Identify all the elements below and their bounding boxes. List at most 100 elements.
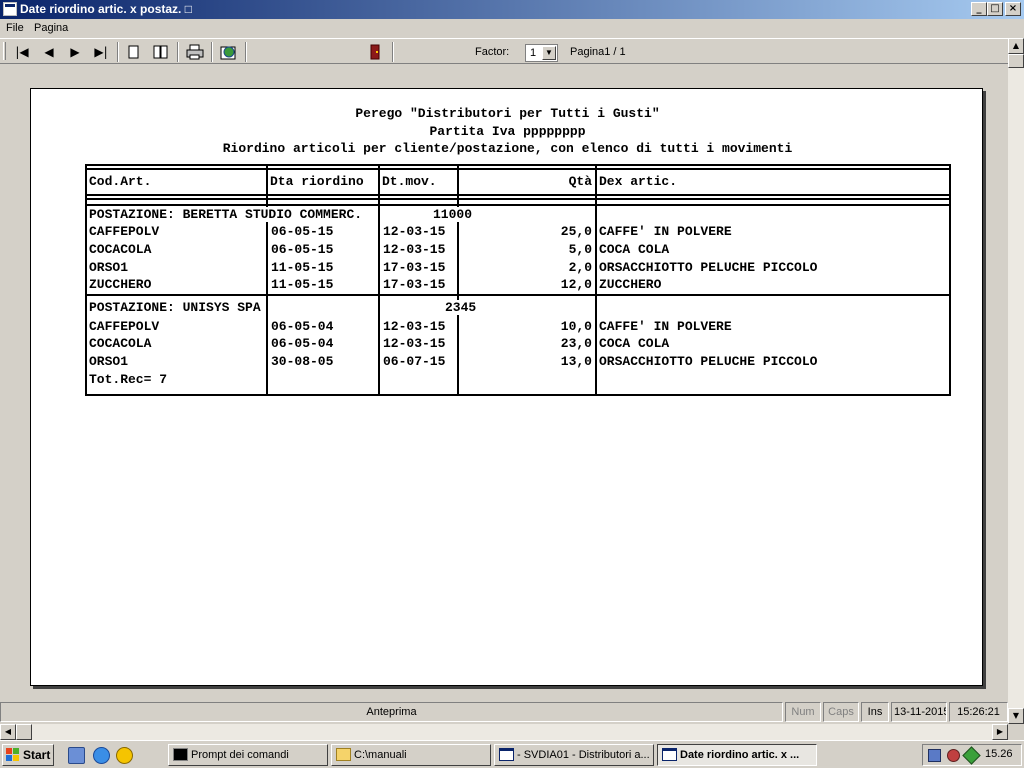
group-code: 11000 — [433, 207, 473, 222]
status-caps: Caps — [823, 702, 859, 722]
preview-area: Perego "Distributori per Tutti i Gusti" … — [0, 65, 1008, 700]
scroll-up-icon[interactable]: ▲ — [1008, 38, 1024, 54]
task-explorer[interactable]: C:\manuali — [331, 744, 491, 766]
cell-reorder-date: 30-08-05 — [271, 354, 334, 369]
cell-description: ORSACCHIOTTO PELUCHE PICCOLO — [599, 354, 818, 369]
cell-code: ORSO1 — [89, 354, 129, 369]
single-page-icon[interactable] — [123, 42, 145, 62]
scroll-down-icon[interactable]: ▼ — [1008, 708, 1024, 724]
scroll-left-icon[interactable]: ◀ — [0, 724, 16, 740]
column-divider — [457, 164, 459, 396]
security-icon[interactable] — [947, 749, 960, 762]
cell-description: COCA COLA — [599, 336, 670, 351]
cell-move-date: 17-03-15 — [383, 277, 446, 292]
status-ins: Ins — [861, 702, 889, 722]
close-button[interactable]: × — [1005, 2, 1021, 16]
group-header: POSTAZIONE: BERETTA STUDIO COMMERC. — [89, 207, 363, 222]
cell-code: COCACOLA — [89, 336, 152, 351]
menu-pagina[interactable]: Pagina — [34, 22, 68, 34]
system-tray: 15.26 — [922, 744, 1022, 766]
toolbar: |◀ ◀ ▶ ▶| Factor: 1 ▼ Pagina1 / 1 — [0, 38, 1008, 64]
toolbar-separator — [177, 42, 179, 62]
group-separator — [85, 294, 951, 296]
first-page-icon[interactable]: |◀ — [11, 42, 33, 62]
toolbar-grip — [3, 42, 6, 60]
cell-qty: 23,0 — [560, 336, 592, 351]
column-divider — [949, 164, 951, 396]
task-svdia01[interactable]: - SVDIA01 - Distributori a... — [494, 744, 654, 766]
next-page-icon[interactable]: ▶ — [64, 42, 86, 62]
toolbar-separator — [392, 42, 394, 62]
export-icon[interactable] — [218, 42, 240, 62]
app-icon — [3, 2, 17, 16]
task-label: C:\manuali — [354, 749, 407, 761]
two-pages-icon[interactable] — [150, 42, 172, 62]
cell-move-date: 12-03-15 — [383, 242, 446, 257]
scroll-right-icon[interactable]: ▶ — [992, 724, 1008, 740]
report-company: Perego "Distributori per Tutti i Gusti" — [355, 106, 660, 121]
status-bar: Anteprima Num Caps Ins 13-11-2015 15:26:… — [0, 701, 1008, 723]
print-icon[interactable] — [184, 42, 206, 62]
toolbar-separator — [245, 42, 247, 62]
cell-description: ZUCCHERO — [599, 277, 662, 292]
previous-page-icon[interactable]: ◀ — [38, 42, 60, 62]
cell-code: ZUCCHERO — [89, 277, 152, 292]
minimize-button[interactable]: _ — [971, 2, 987, 16]
cell-reorder-date: 06-05-04 — [271, 336, 334, 351]
table-border — [85, 194, 951, 196]
network-icon[interactable] — [928, 749, 941, 762]
page-indicator: Pagina1 / 1 — [570, 46, 626, 58]
column-header: Dex artic. — [599, 174, 678, 189]
table-border — [85, 164, 951, 166]
menu-file[interactable]: File — [6, 22, 24, 34]
column-divider — [266, 164, 268, 396]
scroll-thumb[interactable] — [16, 724, 32, 740]
cell-description: CAFFE' IN POLVERE — [599, 224, 732, 239]
cell-description: ORSACCHIOTTO PELUCHE PICCOLO — [599, 260, 818, 275]
last-page-icon[interactable]: ▶| — [90, 42, 112, 62]
scroll-thumb[interactable] — [1008, 54, 1024, 68]
table-border — [85, 168, 951, 170]
cell-qty: 25,0 — [560, 224, 592, 239]
column-divider — [595, 164, 597, 396]
toolbar-separator — [117, 42, 119, 62]
window-title: Date riordino artic. x postaz. □ — [20, 2, 192, 16]
report-table: Cod.Art. Dta riordino Dt.mov. Qtà Dex ar… — [85, 164, 951, 396]
status-num: Num — [785, 702, 821, 722]
cell-qty: 10,0 — [560, 319, 592, 334]
factor-select[interactable]: 1 ▼ — [525, 44, 558, 62]
start-button[interactable]: Start — [2, 744, 54, 766]
cell-move-date: 12-03-15 — [383, 336, 446, 351]
cell-code: CAFFEPOLV — [89, 319, 160, 334]
cell-qty: 13,0 — [560, 354, 592, 369]
total-records: Tot.Rec= 7 — [89, 372, 168, 387]
folder-icon — [336, 748, 351, 761]
cell-reorder-date: 06-05-15 — [271, 242, 334, 257]
task-report-preview[interactable]: Date riordino artic. x ... — [657, 744, 817, 766]
horizontal-scrollbar[interactable]: ◀ ▶ — [0, 724, 1008, 740]
app-window-icon — [662, 748, 677, 761]
task-command-prompt[interactable]: Prompt dei comandi — [168, 744, 328, 766]
status-date: 13-11-2015 — [891, 702, 947, 722]
chevron-down-icon[interactable]: ▼ — [542, 46, 556, 60]
toolbar-separator — [211, 42, 213, 62]
cell-code: ORSO1 — [89, 260, 129, 275]
vertical-scrollbar[interactable]: ▲ ▼ — [1008, 38, 1024, 724]
factor-value: 1 — [530, 47, 537, 59]
app-window-icon — [499, 748, 514, 761]
column-divider — [85, 164, 87, 396]
column-header: Qtà — [568, 174, 592, 189]
cell-description: COCA COLA — [599, 242, 670, 257]
maximize-button[interactable]: □ — [987, 2, 1003, 16]
exit-door-icon[interactable] — [364, 42, 386, 62]
taskbar: Start Prompt dei comandi C:\manuali - SV… — [0, 740, 1024, 768]
cell-move-date: 12-03-15 — [383, 319, 446, 334]
update-icon[interactable] — [962, 746, 981, 765]
cell-move-date: 06-07-15 — [383, 354, 446, 369]
cell-reorder-date: 11-05-15 — [271, 260, 334, 275]
cell-reorder-date: 06-05-15 — [271, 224, 334, 239]
show-desktop-icon[interactable] — [68, 747, 85, 764]
task-label: - SVDIA01 - Distributori a... — [517, 749, 650, 761]
internet-explorer-icon[interactable] — [93, 747, 110, 764]
media-player-icon[interactable] — [116, 747, 133, 764]
